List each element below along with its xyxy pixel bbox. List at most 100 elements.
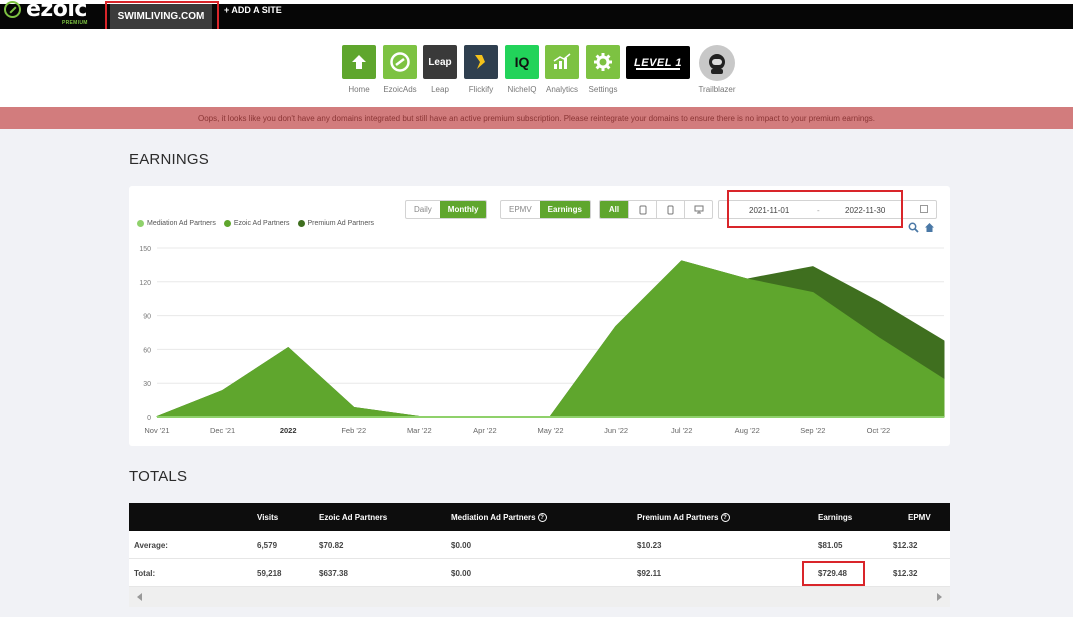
tablet-icon	[639, 205, 646, 214]
x-tick-label: Feb '22	[341, 426, 366, 435]
banner-text: Oops, it looks like you don't have any d…	[198, 113, 875, 123]
header-visits: Visits	[257, 513, 279, 522]
nav-item-trailblazer[interactable]: Trailblazer	[697, 45, 737, 94]
device-toggle: All	[599, 200, 713, 219]
nav-label: Analytics	[545, 85, 578, 94]
totals-heading: TOTALS	[129, 468, 188, 485]
legend-label: Ezoic Ad Partners	[233, 220, 290, 227]
nav-item-nicheiq[interactable]: IQ NicheIQ	[502, 45, 542, 94]
legend-swatch	[223, 220, 231, 227]
reset-zoom-home-icon[interactable]	[924, 222, 935, 233]
flickify-icon	[464, 45, 498, 79]
settings-icon	[586, 45, 620, 79]
x-tick-label: Sep '22	[800, 426, 825, 435]
earnings-area-chart: 0 30 60 90 120 150 Nov '21 Dec '21 2022 Feb '22 Ma…	[139, 246, 945, 435]
nav-item-flickify[interactable]: Flickify	[461, 45, 501, 94]
header-mediation-label: Mediation Ad Partners	[451, 513, 536, 522]
metric-toggle: EPMV Earnings	[500, 200, 591, 219]
earnings-button[interactable]: Earnings	[539, 201, 590, 218]
nav-label: NicheIQ	[507, 85, 537, 94]
nicheiq-glyph: IQ	[514, 54, 530, 70]
cell-ezoic: $70.82	[319, 541, 344, 550]
legend-item-ezoic[interactable]: Ezoic Ad Partners	[223, 220, 290, 227]
integration-warning-banner: Oops, it looks like you don't have any d…	[0, 107, 1073, 129]
x-tick-label: Aug '22	[735, 426, 760, 435]
table-row-total: Total: 59,218 $637.38 $0.00 $92.11 $729.…	[129, 559, 950, 587]
add-site-link[interactable]: + ADD A SITE	[224, 5, 282, 15]
cell-mediation: $0.00	[451, 541, 472, 550]
x-tick-label: Nov '21	[144, 426, 169, 435]
desktop-icon	[694, 205, 703, 214]
nav-item-ezoicads[interactable]: EzoicAds	[380, 45, 420, 94]
cell-premium: $10.23	[637, 541, 662, 550]
nav-label: Flickify	[468, 85, 494, 94]
monthly-button[interactable]: Monthly	[439, 201, 487, 218]
date-start: 2021-11-01	[749, 206, 790, 215]
cell-epmv: $12.32	[893, 541, 918, 550]
help-icon[interactable]: ?	[537, 513, 547, 523]
x-tick-label: Dec '21	[210, 426, 235, 435]
logo-sub: PREMIUM	[62, 20, 88, 26]
cell-earnings: $81.05	[818, 541, 843, 550]
site-tab[interactable]: SWIMLIVING.COM	[110, 4, 212, 29]
x-tick-label: Jul '22	[671, 426, 692, 435]
row-label: Total:	[134, 569, 156, 578]
earnings-heading: EARNINGS	[129, 151, 209, 168]
header-premium: Premium Ad Partners?	[637, 513, 730, 523]
desktop-button[interactable]	[684, 201, 712, 218]
tablet-button[interactable]	[628, 201, 656, 218]
y-tick-label: 60	[143, 347, 151, 354]
table-horizontal-scrollbar[interactable]	[129, 587, 950, 607]
table-header: Visits Ezoic Ad Partners Mediation Ad Pa…	[129, 503, 950, 531]
header-epmv: EPMV	[908, 513, 931, 522]
header-mediation: Mediation Ad Partners?	[451, 513, 547, 523]
nicheiq-icon: IQ	[505, 45, 539, 79]
nav-label: Settings	[588, 85, 618, 94]
help-icon[interactable]: ?	[720, 513, 730, 523]
calendar-icon[interactable]	[920, 205, 928, 213]
ezoic-logo-icon	[4, 0, 21, 18]
nav-item-settings[interactable]: Settings	[583, 45, 623, 94]
cell-ezoic: $637.38	[319, 569, 348, 578]
daily-button[interactable]: Daily	[406, 201, 440, 218]
cell-mediation: $0.00	[451, 569, 472, 578]
cell-visits: 6,579	[257, 541, 278, 550]
level-badge[interactable]: LEVEL 1	[626, 46, 690, 79]
mobile-button[interactable]	[656, 201, 684, 218]
legend-label: Premium Ad Partners	[307, 220, 375, 227]
legend-label: Mediation Ad Partners	[147, 220, 216, 227]
logo-text: ezoic	[26, 0, 87, 22]
nav-item-home[interactable]: Home	[339, 45, 379, 94]
x-tick-label: Apr '22	[473, 426, 497, 435]
y-tick-label: 120	[139, 280, 151, 287]
y-tick-label: 30	[143, 381, 151, 388]
all-devices-button[interactable]: All	[600, 201, 628, 218]
date-range-picker[interactable]: 2021-11-01 - 2022-11-30	[718, 200, 937, 219]
table-row-average: Average: 6,579 $70.82 $0.00 $10.23 $81.0…	[129, 531, 950, 559]
legend-item-premium[interactable]: Premium Ad Partners	[297, 220, 375, 227]
y-tick-label: 90	[143, 314, 151, 321]
scroll-right-arrow-icon[interactable]	[937, 593, 942, 601]
zoom-icon[interactable]	[908, 222, 919, 233]
analytics-icon	[545, 45, 579, 79]
home-icon	[342, 45, 376, 79]
legend-item-mediation[interactable]: Mediation Ad Partners	[137, 220, 216, 227]
x-tick-label: Oct '22	[867, 426, 891, 435]
x-tick-label: Mar '22	[407, 426, 432, 435]
leap-glyph: Leap	[428, 56, 452, 68]
x-tick-label: Jun '22	[604, 426, 628, 435]
nav-label: EzoicAds	[383, 85, 417, 94]
epmv-button[interactable]: EPMV	[501, 201, 540, 218]
scroll-left-arrow-icon[interactable]	[137, 593, 142, 601]
nav-label: Home	[348, 85, 370, 94]
phone-icon	[667, 205, 674, 214]
cell-epmv: $12.32	[893, 569, 918, 578]
date-separator: -	[817, 206, 820, 215]
nav-item-leap[interactable]: Leap Leap	[420, 45, 460, 94]
cell-premium: $92.11	[637, 569, 662, 578]
cell-earnings: $729.48	[818, 569, 847, 578]
x-tick-label: May '22	[537, 426, 563, 435]
nav-item-analytics[interactable]: Analytics	[542, 45, 582, 94]
date-end: 2022-11-30	[845, 206, 886, 215]
x-tick-label: 2022	[280, 426, 297, 435]
